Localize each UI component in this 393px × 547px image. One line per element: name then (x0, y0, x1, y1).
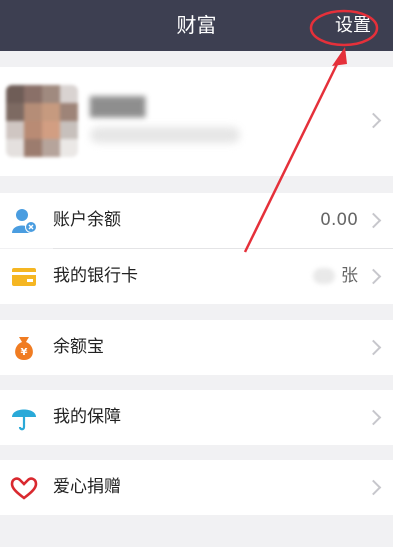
chevron-right-icon (365, 112, 382, 129)
heart-icon (10, 477, 38, 500)
insurance-label: 我的保障 (53, 407, 121, 427)
profile-detail-blurred (90, 127, 240, 143)
account-balance-value: 0.00 (320, 210, 358, 230)
profile-card[interactable]: ████ (0, 67, 393, 176)
account-balance-label: 账户余额 (53, 210, 121, 230)
chevron-right-icon (365, 212, 382, 229)
settings-button[interactable]: 设置 (335, 0, 371, 51)
bank-card-count-blurred (313, 268, 335, 284)
user-balance-icon (12, 209, 37, 233)
chevron-right-icon (365, 268, 382, 285)
chevron-right-icon (365, 339, 382, 356)
menu-item-yuebao[interactable]: ¥ 余额宝 (0, 320, 393, 375)
bank-card-icon (12, 268, 36, 286)
chevron-right-icon (365, 479, 382, 496)
chevron-right-icon (365, 409, 382, 426)
svg-text:¥: ¥ (21, 347, 28, 358)
profile-name-blurred: ████ (90, 97, 146, 118)
avatar (6, 85, 78, 157)
menu-item-account-balance[interactable]: 账户余额 0.00 (0, 193, 393, 248)
menu-item-bank-card[interactable]: 我的银行卡 张 (0, 249, 393, 304)
top-nav-bar: 财富 设置 (0, 0, 393, 51)
umbrella-icon (12, 409, 36, 431)
charity-label: 爱心捐赠 (53, 477, 121, 497)
bank-card-label: 我的银行卡 (53, 266, 138, 286)
bank-card-count-unit: 张 (341, 266, 358, 286)
menu-item-insurance[interactable]: 我的保障 (0, 390, 393, 445)
yuebao-label: 余额宝 (53, 337, 104, 357)
menu-item-charity[interactable]: 爱心捐赠 (0, 460, 393, 515)
money-bag-icon: ¥ (15, 337, 33, 360)
